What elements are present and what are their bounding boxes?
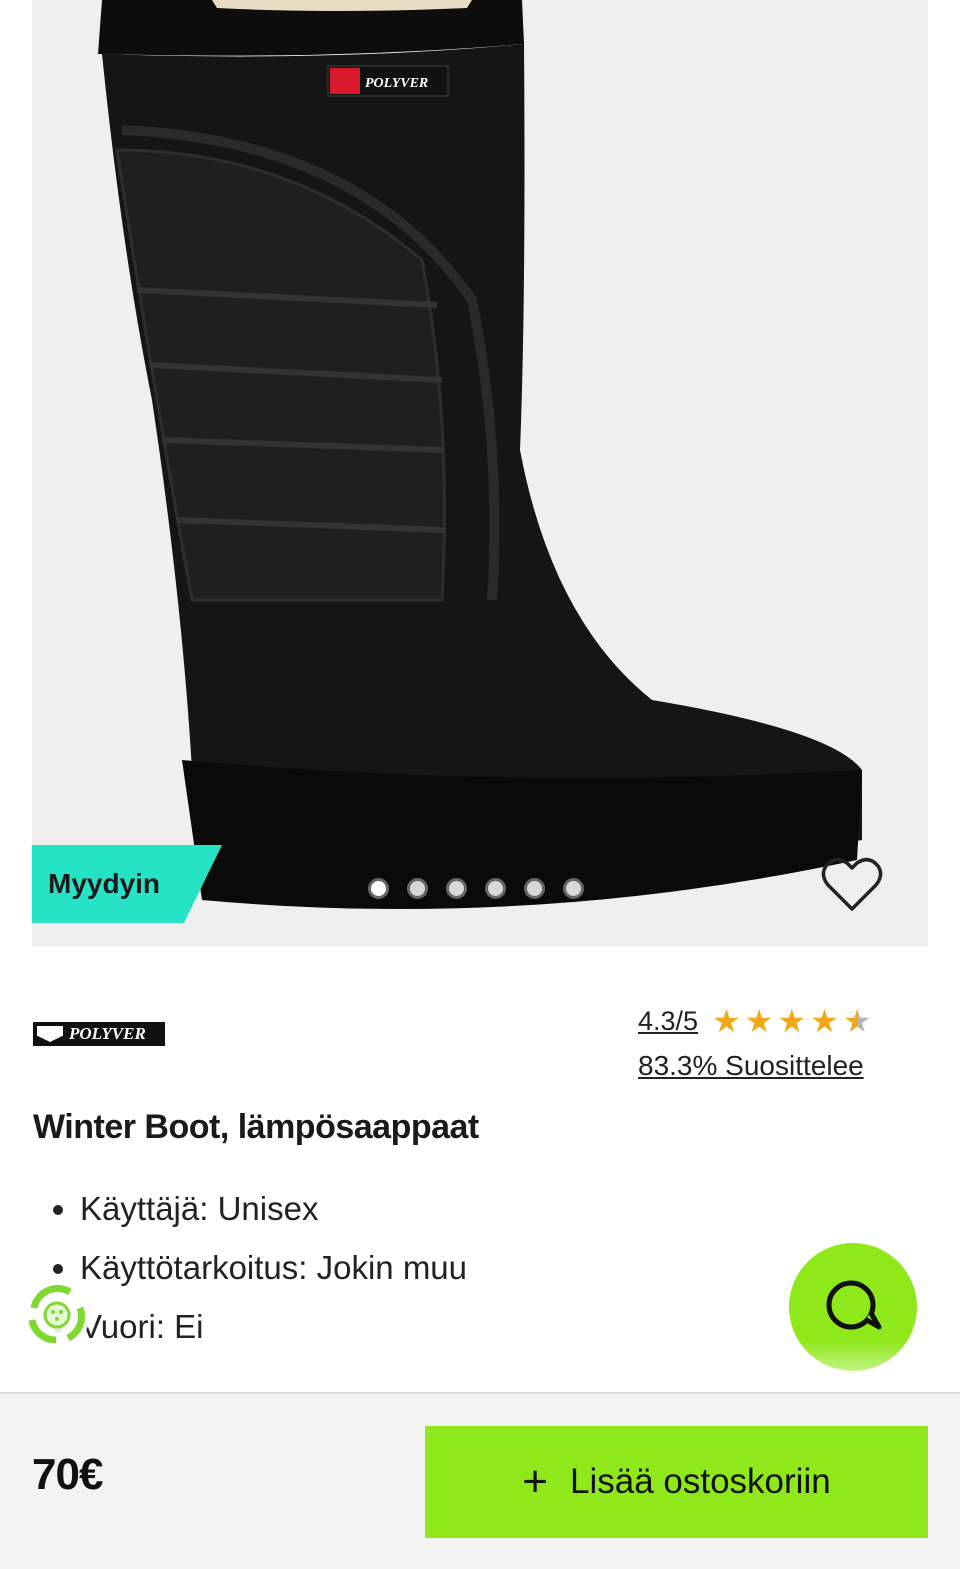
half-star-icon: ★ bbox=[842, 1003, 872, 1039]
image-dot-1[interactable] bbox=[368, 878, 389, 899]
star-icon: ★ bbox=[810, 1003, 839, 1039]
add-to-cart-label: Lisää ostoskoriin bbox=[570, 1462, 831, 1501]
favorite-heart-icon[interactable] bbox=[820, 855, 884, 915]
product-price: 70€ bbox=[32, 1450, 103, 1499]
rating-stars: ★ ★ ★ ★ ★ bbox=[712, 1005, 871, 1037]
image-dot-6[interactable] bbox=[563, 878, 584, 899]
image-pagination[interactable] bbox=[368, 878, 584, 899]
purchase-bar: 70€ + Lisää ostoskoriin bbox=[0, 1392, 960, 1569]
spec-item: Käyttötarkoitus: Jokin muu bbox=[80, 1249, 467, 1308]
brand-logo[interactable]: POLYVER bbox=[33, 1022, 165, 1046]
rating-text[interactable]: 4.3/5 bbox=[638, 1006, 698, 1037]
product-image: POLYVER bbox=[98, 0, 862, 909]
add-to-cart-button[interactable]: + Lisää ostoskoriin bbox=[425, 1426, 928, 1538]
plus-icon: + bbox=[522, 1457, 548, 1506]
star-icon: ★ bbox=[777, 1003, 807, 1039]
product-title: Winter Boot, lämpösaappaat bbox=[33, 1108, 479, 1146]
image-dot-5[interactable] bbox=[524, 878, 545, 899]
image-dot-4[interactable] bbox=[485, 878, 506, 899]
rating-summary[interactable]: 4.3/5 ★ ★ ★ ★ ★ bbox=[638, 1005, 872, 1037]
chat-bubble-icon bbox=[826, 1280, 882, 1330]
image-dot-3[interactable] bbox=[446, 878, 467, 899]
boot-brand-label: POLYVER bbox=[365, 76, 428, 91]
spec-item: Käyttäjä: Unisex bbox=[80, 1190, 467, 1249]
content-fade bbox=[0, 1340, 960, 1394]
brand-bear-icon bbox=[37, 1026, 63, 1042]
product-image-gallery[interactable]: POLYVER Myydyin bbox=[32, 0, 928, 946]
star-icon: ★ bbox=[712, 1003, 741, 1039]
image-dot-2[interactable] bbox=[407, 878, 428, 899]
recommend-rate[interactable]: 83.3% Suosittelee bbox=[638, 1050, 864, 1082]
brand-name: POLYVER bbox=[69, 1024, 146, 1043]
star-icon: ★ bbox=[744, 1003, 774, 1039]
